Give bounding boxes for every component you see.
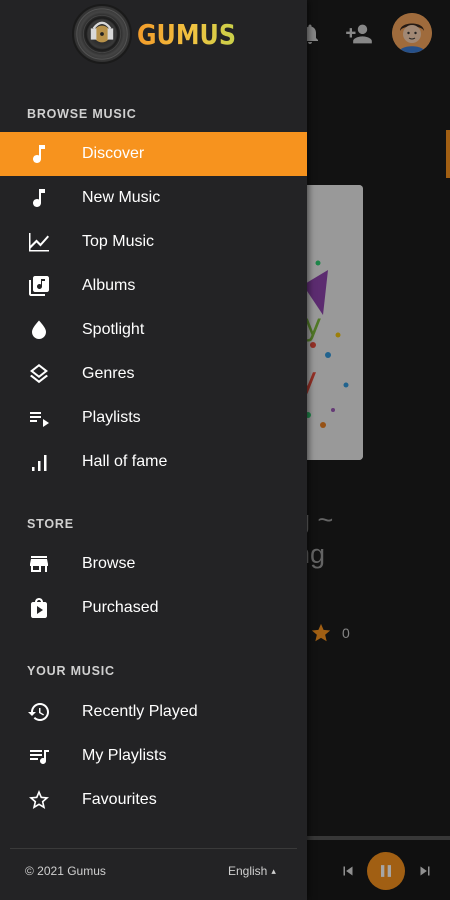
layers-icon [27,362,51,386]
nav-item-my-playlists[interactable]: My Playlists [0,734,307,778]
app-logo[interactable]: GUMUS [72,4,253,64]
caret-up-icon: ▴ [271,865,276,876]
music-note-double-icon [27,142,51,166]
vinyl-logo-icon [72,4,132,64]
bar-chart-icon [27,450,51,474]
history-icon [27,700,51,724]
nav-label: Genres [82,365,135,382]
section-header-browse-music: BROWSE MUSIC [27,107,137,121]
star-outline-icon [27,788,51,812]
drop-icon [27,318,51,342]
nav-label: Hall of fame [82,453,168,470]
language-label: English [228,864,268,878]
nav-item-browse[interactable]: Browse [0,542,307,586]
nav-label: Playlists [82,409,141,426]
nav-item-purchased[interactable]: Purchased [0,586,307,630]
nav-label: New Music [82,189,161,206]
nav-item-spotlight[interactable]: Spotlight [0,308,307,352]
music-note-icon [27,186,51,210]
store-icon [27,552,51,576]
nav-label: Top Music [82,233,155,250]
section-header-your-music: YOUR MUSIC [27,664,115,678]
nav-item-albums[interactable]: Albums [0,264,307,308]
section-header-store: STORE [27,517,74,531]
nav-label: My Playlists [82,747,167,764]
nav-item-favourites[interactable]: Favourites [0,778,307,822]
queue-music-icon [27,744,51,768]
footer-divider [10,848,297,849]
nav-label: Albums [82,277,136,294]
nav-item-new-music[interactable]: New Music [0,176,307,220]
language-selector[interactable]: English ▴ [228,864,276,878]
navigation-drawer: GUMUS BROWSE MUSIC Discover New Music To… [0,0,307,900]
nav-item-genres[interactable]: Genres [0,352,307,396]
nav-label: Purchased [82,599,159,616]
nav-label: Spotlight [82,321,145,338]
nav-item-playlists[interactable]: Playlists [0,396,307,440]
copyright-text: © 2021 Gumus [25,864,106,878]
nav-item-hall-of-fame[interactable]: Hall of fame [0,440,307,484]
nav-label: Recently Played [82,703,198,720]
nav-label: Browse [82,555,136,572]
shopping-bag-icon [27,596,51,620]
album-library-icon [27,274,51,298]
drawer-scrim[interactable] [307,0,450,900]
nav-item-recently-played[interactable]: Recently Played [0,690,307,734]
playlist-play-icon [27,406,51,430]
nav-item-top-music[interactable]: Top Music [0,220,307,264]
nav-item-discover[interactable]: Discover [0,132,307,176]
nav-label: Favourites [82,791,157,808]
app-name: GUMUS [137,17,237,51]
trending-chart-icon [27,230,51,254]
nav-label: Discover [82,145,145,162]
